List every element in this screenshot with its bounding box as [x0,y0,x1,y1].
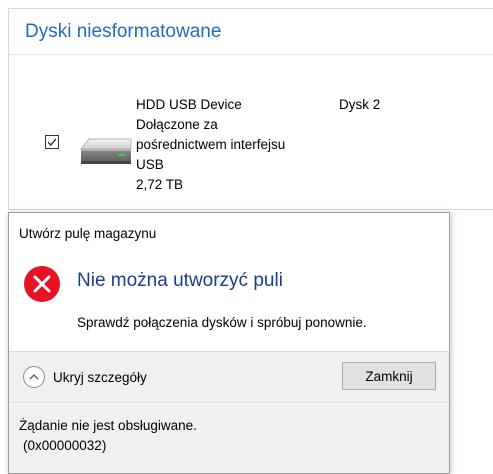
drive-info: HDD USB Device Dołączone za pośrednictwe… [136,95,316,195]
checkmark-icon [47,138,57,146]
error-icon [24,266,60,302]
dialog-title: Utwórz pulę magazynu [19,226,157,241]
unformatted-drives-panel: Dyski niesformatowane HDD USB Device Doł… [8,8,493,210]
details-area: Żądanie nie jest obsługiwane. (0x0000003… [9,404,449,473]
create-pool-dialog: Utwórz pulę magazynu Nie można utworzyć … [8,212,450,474]
hard-drive-icon [80,138,132,164]
drive-connection-line1: Dołączone za [136,117,218,132]
error-heading: Nie można utworzyć puli [77,270,283,291]
details-error-code: (0x00000032) [23,438,107,453]
error-message: Sprawdź połączenia dysków i spróbuj pono… [77,315,367,330]
details-message: Żądanie nie jest obsługiwane. [19,418,197,433]
drive-connection-line3: USB [136,157,164,172]
drive-disk-label: Dysk 2 [339,97,381,112]
drive-checkbox[interactable] [45,135,59,149]
dialog-footer: Ukryj szczegóły Zamknij [9,351,449,403]
hide-details-toggle[interactable]: Ukryj szczegóły [23,364,147,390]
drive-name: HDD USB Device [136,97,242,112]
chevron-up-icon[interactable] [23,366,45,388]
drive-size: 2,72 TB [136,177,184,192]
drives-title: Dyski niesformatowane [25,20,222,42]
drive-row[interactable]: HDD USB Device Dołączone za pośrednictwe… [9,55,493,209]
drives-header: Dyski niesformatowane [9,9,493,55]
drive-connection-line2: pośrednictwem interfejsu [136,137,286,152]
hide-details-label: Ukryj szczegóły [53,369,147,385]
close-button[interactable]: Zamknij [342,362,436,390]
